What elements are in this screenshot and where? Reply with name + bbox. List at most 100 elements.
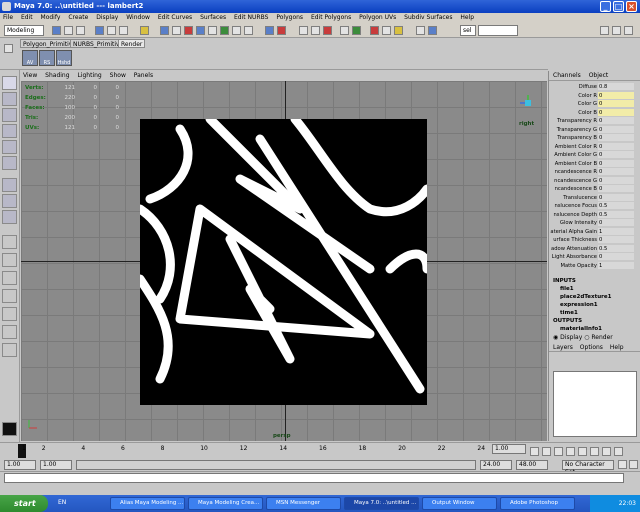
- snap-view-icon[interactable]: [311, 26, 320, 35]
- perspective-viewport[interactable]: Verts: 121 0 0 Edges: 220 0 0 Faces: 100 0 0 Tris…: [21, 81, 547, 441]
- channel-box-menu-object[interactable]: Object: [589, 72, 609, 79]
- taskbar-item-maya-modeling-crea[interactable]: Maya Modeling Crea...: [188, 497, 263, 510]
- play-backwards-icon[interactable]: [566, 447, 575, 456]
- input-node-place2dtexture1[interactable]: place2dTexture1: [560, 293, 611, 301]
- taskbar-item-alias-maya-modeling[interactable]: Alias Maya Modeling ...: [110, 497, 185, 510]
- minimize-button[interactable]: _: [600, 1, 611, 12]
- command-input[interactable]: [4, 473, 624, 483]
- taskbar-item-adobe-photoshop[interactable]: Adobe Photoshop: [500, 497, 575, 510]
- attribute-editor-toggle-icon[interactable]: [600, 26, 609, 35]
- channel-value-field[interactable]: 0: [598, 91, 634, 99]
- render-radio-icon[interactable]: ○: [584, 334, 589, 341]
- menu-edit-curves[interactable]: Edit Curves: [158, 14, 192, 21]
- channel-row[interactable]: urface Thickness 0: [549, 236, 640, 244]
- channel-row[interactable]: Ambient Color B0: [549, 159, 640, 168]
- channel-value-field[interactable]: 0.5: [598, 202, 634, 209]
- menu-display[interactable]: Display: [96, 14, 118, 21]
- input-node-time1[interactable]: time1: [560, 309, 578, 317]
- make-live-icon[interactable]: [323, 26, 332, 35]
- channel-row[interactable]: Matte Opacity 1: [549, 261, 640, 270]
- lasso-tool-icon[interactable]: [2, 92, 17, 106]
- shelf-menu-icon[interactable]: [4, 44, 13, 53]
- channel-row[interactable]: ncandescence R0: [549, 168, 640, 176]
- channel-row[interactable]: Transparency B0: [549, 134, 640, 142]
- manipulator-tool-icon[interactable]: [2, 156, 17, 170]
- channel-row[interactable]: Light Absorbance 0: [549, 253, 640, 261]
- shelf-button-av[interactable]: AV: [22, 50, 38, 66]
- last-tool-icon[interactable]: [2, 194, 17, 208]
- shelf-button-hshd[interactable]: Hshd: [56, 50, 72, 66]
- ipr-render-icon[interactable]: [382, 26, 391, 35]
- go-to-start-icon[interactable]: [530, 447, 539, 456]
- channel-row[interactable]: Diffuse 0.8: [549, 83, 640, 91]
- menu-subdiv-surfaces[interactable]: Subdiv Surfaces: [404, 14, 452, 21]
- menu-surfaces[interactable]: Surfaces: [200, 14, 226, 21]
- close-button[interactable]: ×: [626, 1, 637, 12]
- menu-window[interactable]: Window: [126, 14, 150, 21]
- menu-create[interactable]: Create: [68, 14, 88, 21]
- channel-value-field[interactable]: 0: [598, 117, 634, 124]
- channel-value-field[interactable]: 0: [598, 236, 634, 243]
- layer-menu-help[interactable]: Help: [610, 344, 624, 351]
- channel-value-field[interactable]: 0: [598, 151, 634, 158]
- joints-mask-icon[interactable]: [172, 26, 181, 35]
- channel-row[interactable]: Transparency R0: [549, 117, 640, 125]
- go-to-end-icon[interactable]: [614, 447, 623, 456]
- input-node-expression1[interactable]: expression1: [560, 301, 598, 309]
- render-globals-icon[interactable]: [394, 26, 403, 35]
- step-forward-key-icon[interactable]: [590, 447, 599, 456]
- channel-value-field[interactable]: 0: [598, 125, 634, 133]
- taskbar-item-maya-untitled[interactable]: Maya 7.0: ..\untitled ...: [344, 497, 419, 510]
- play-forwards-icon[interactable]: [578, 447, 587, 456]
- snap-curve-icon[interactable]: [277, 26, 286, 35]
- channel-value-field[interactable]: 0: [598, 253, 634, 260]
- maximize-button[interactable]: □: [613, 1, 624, 12]
- new-scene-icon[interactable]: [52, 26, 61, 35]
- animation-start-field[interactable]: 1.00: [4, 460, 36, 470]
- scale-tool-icon[interactable]: [2, 140, 17, 154]
- menu-modify[interactable]: Modify: [41, 14, 61, 21]
- select-component-icon[interactable]: [119, 26, 128, 35]
- panel-menu-view[interactable]: View: [23, 72, 37, 79]
- menu-edit-polygons[interactable]: Edit Polygons: [311, 14, 351, 21]
- language-indicator[interactable]: EN: [58, 499, 66, 506]
- menu-file[interactable]: File: [3, 14, 13, 21]
- channel-row[interactable]: Color R0: [549, 91, 640, 100]
- channel-value-field[interactable]: 0: [598, 176, 634, 184]
- channel-row[interactable]: Ambient Color R0: [549, 142, 640, 151]
- tool-settings-toggle-icon[interactable]: [612, 26, 621, 35]
- menu-edit[interactable]: Edit: [21, 14, 33, 21]
- shelf-tab-render[interactable]: Render: [118, 39, 146, 48]
- panel-menu-lighting[interactable]: Lighting: [77, 72, 101, 79]
- channel-value-field[interactable]: 0.5: [598, 210, 634, 218]
- channel-value-field[interactable]: 0: [598, 100, 634, 107]
- hypershade-layout-icon[interactable]: [2, 307, 17, 321]
- select-hierarchy-icon[interactable]: [95, 26, 104, 35]
- step-back-icon[interactable]: [542, 447, 551, 456]
- channel-value-field[interactable]: 0: [598, 185, 634, 192]
- playback-start-field[interactable]: 1.00: [40, 460, 72, 470]
- panel-menu-show[interactable]: Show: [110, 72, 126, 79]
- playback-end-field[interactable]: 24.00: [480, 460, 512, 470]
- channel-box-toggle-icon[interactable]: [624, 26, 633, 35]
- select-tool-icon[interactable]: [2, 76, 17, 90]
- time-ruler[interactable]: 1 2 4 6 8 10 12 14 16 18 20 22 24: [8, 443, 486, 459]
- view-compass-icon[interactable]: [518, 93, 538, 113]
- surfaces-mask-icon[interactable]: [196, 26, 205, 35]
- auto-key-icon[interactable]: [618, 460, 627, 469]
- channel-value-field[interactable]: 0: [598, 193, 634, 201]
- channel-row[interactable]: adow Attenuation 0.5: [549, 244, 640, 253]
- save-scene-icon[interactable]: [76, 26, 85, 35]
- channel-row[interactable]: ncandescence B0: [549, 185, 640, 193]
- taskbar-item-msn-messenger[interactable]: MSN Messenger: [266, 497, 341, 510]
- step-forward-icon[interactable]: [602, 447, 611, 456]
- render-current-icon[interactable]: [370, 26, 379, 35]
- channel-row[interactable]: nslucence Depth 0.5: [549, 210, 640, 219]
- menu-help[interactable]: Help: [460, 14, 474, 21]
- taskbar-item-output-window[interactable]: Output Window: [422, 497, 497, 510]
- current-time-field[interactable]: 1.00: [492, 444, 526, 454]
- start-button[interactable]: start: [0, 495, 48, 512]
- shelf-button-rs[interactable]: RS: [39, 50, 55, 66]
- channel-row[interactable]: Color G0: [549, 100, 640, 108]
- render-view-layout-icon[interactable]: [2, 325, 17, 339]
